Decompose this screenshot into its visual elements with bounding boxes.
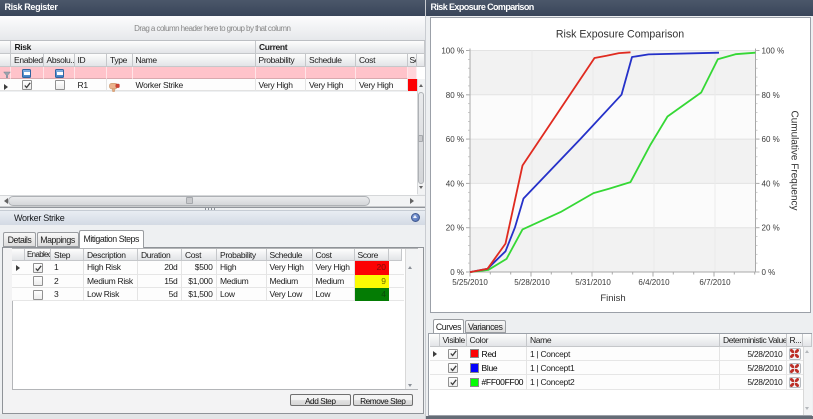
svg-text:80 %: 80 % (761, 90, 779, 99)
svg-text:Cumulative Frequency: Cumulative Frequency (788, 110, 799, 210)
svg-text:40 %: 40 % (445, 179, 463, 188)
svg-text:Finish: Finish (600, 293, 625, 304)
svg-text:80 %: 80 % (445, 90, 463, 99)
svg-text:60 %: 60 % (445, 135, 463, 144)
svg-text:0 %: 0 % (761, 268, 775, 277)
svg-text:100 %: 100 % (761, 46, 784, 55)
svg-text:0 %: 0 % (450, 268, 464, 277)
svg-text:100 %: 100 % (441, 46, 464, 55)
svg-text:20 %: 20 % (761, 223, 779, 232)
svg-text:5/25/2010: 5/25/2010 (452, 278, 488, 287)
svg-text:60 %: 60 % (761, 135, 779, 144)
svg-text:Risk Exposure Comparison: Risk Exposure Comparison (555, 28, 683, 40)
svg-text:5/31/2010: 5/31/2010 (575, 278, 611, 287)
svg-text:20 %: 20 % (445, 223, 463, 232)
svg-text:40 %: 40 % (761, 179, 779, 188)
svg-text:5/28/2010: 5/28/2010 (514, 278, 550, 287)
svg-text:6/4/2010: 6/4/2010 (638, 278, 670, 287)
svg-text:6/7/2010: 6/7/2010 (699, 278, 731, 287)
